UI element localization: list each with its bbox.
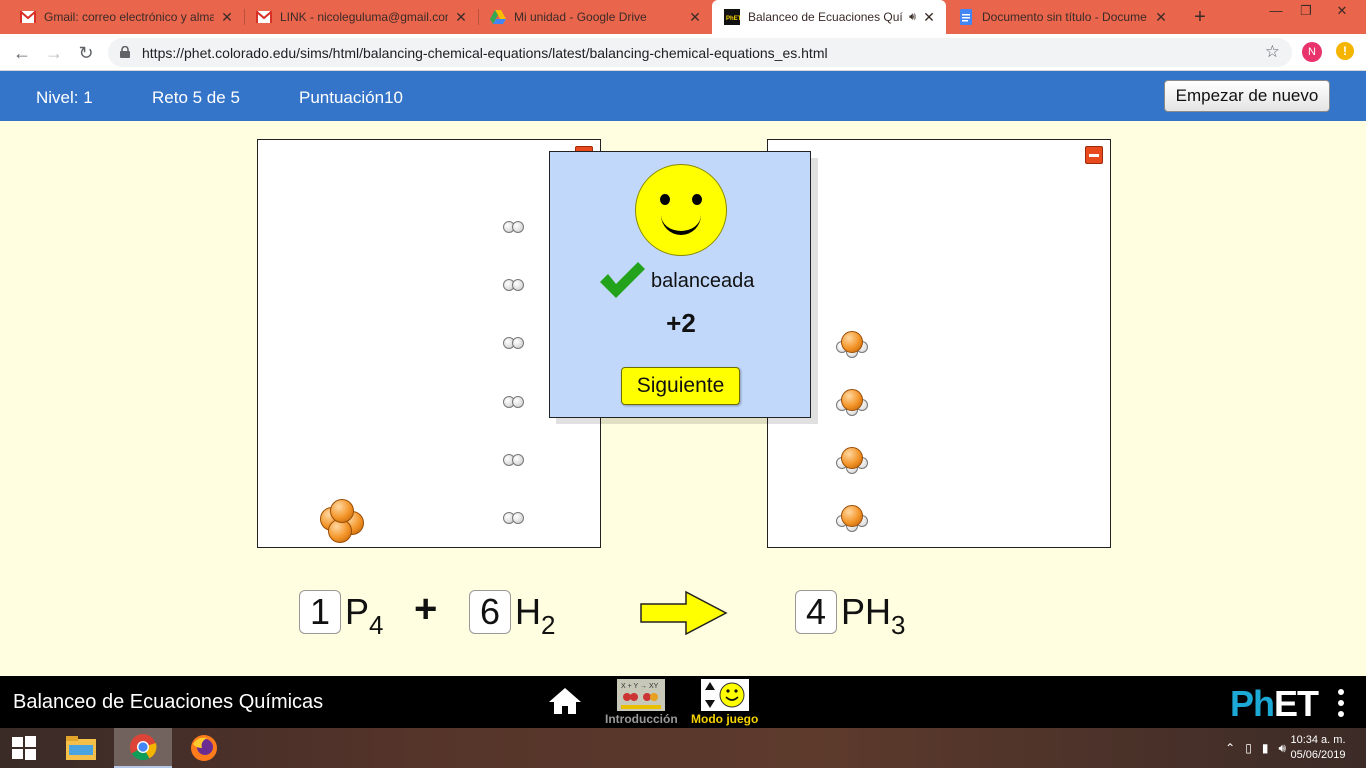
address-bar[interactable]: https://phet.colorado.edu/sims/html/bala… <box>108 38 1292 67</box>
browser-tab-link[interactable]: LINK - nicoleguluma@gmail.com ✕ <box>244 0 478 34</box>
file-explorer-icon[interactable] <box>57 728 105 768</box>
ph3-molecule <box>836 388 870 418</box>
h2-molecule <box>503 454 525 466</box>
browser-tab-gmail[interactable]: Gmail: correo electrónico y alma ✕ <box>8 0 244 34</box>
ph3-molecule <box>836 504 870 534</box>
network-icon: ▮ <box>1261 741 1269 755</box>
next-button[interactable]: Siguiente <box>621 367 740 405</box>
reaction-arrow-icon <box>640 590 728 636</box>
close-tab-icon[interactable]: ✕ <box>1154 9 1168 26</box>
windows-start-icon[interactable] <box>0 728 48 768</box>
close-window-icon[interactable]: ✕ <box>1324 0 1360 30</box>
restore-icon[interactable]: ❐ <box>1288 0 1324 30</box>
screen-label-game[interactable]: Modo juego <box>691 712 758 726</box>
products-box <box>767 139 1111 548</box>
h2-molecule <box>503 221 525 233</box>
start-over-button[interactable]: Empezar de nuevo <box>1164 80 1330 112</box>
svg-text:PhET: PhET <box>726 16 740 22</box>
show-hidden-icons-icon: ⌃ <box>1225 741 1236 755</box>
reload-icon[interactable]: ↻ <box>74 41 98 65</box>
back-icon[interactable]: ← <box>10 41 34 65</box>
browser-tab-drive[interactable]: Mi unidad - Google Drive ✕ <box>478 0 712 34</box>
device-icon: ▯ <box>1245 741 1252 755</box>
ph3-molecule <box>836 446 870 476</box>
formula-p4: P4 <box>345 591 384 640</box>
clock-date: 05/06/2019 <box>1290 749 1346 761</box>
tab-title: Documento sin título - Docume <box>982 10 1147 24</box>
coefficient-h2[interactable]: 6 <box>469 590 511 634</box>
phet-logo[interactable]: PhET <box>1230 683 1319 725</box>
close-tab-icon[interactable]: ✕ <box>220 9 234 26</box>
bookmark-star-icon[interactable]: ☆ <box>1265 42 1280 62</box>
drive-icon <box>490 9 506 25</box>
game-screen-icon[interactable] <box>701 679 749 711</box>
browser-toolbar: ← → ↻ https://phet.colorado.edu/sims/htm… <box>0 34 1366 71</box>
checkmark-icon <box>600 262 645 298</box>
h2-molecule <box>503 337 525 349</box>
url-text: https://phet.colorado.edu/sims/html/bala… <box>142 45 828 61</box>
coefficient-p4[interactable]: 1 <box>299 590 341 634</box>
firefox-taskbar-icon[interactable] <box>180 728 228 768</box>
home-icon[interactable] <box>548 687 582 715</box>
tab-title: Gmail: correo electrónico y alma <box>44 10 214 24</box>
browser-tab-strip: Gmail: correo electrónico y alma ✕ LINK … <box>0 0 1366 34</box>
taskbar-clock[interactable]: 10:34 a. m. 05/06/2019 <box>1282 733 1354 763</box>
sim-title: Balanceo de Ecuaciones Químicas <box>13 691 324 713</box>
challenge-label: Reto 5 de 5 <box>152 88 240 107</box>
update-alert-icon[interactable]: ! <box>1336 42 1354 60</box>
tab-title: LINK - nicoleguluma@gmail.com <box>280 10 448 24</box>
p4-molecule <box>320 499 368 543</box>
new-tab-button[interactable]: + <box>1188 5 1212 29</box>
game-status-bar: Nivel: 1 Reto 5 de 5 Puntuación10 Empeza… <box>0 71 1366 121</box>
more-options-icon[interactable] <box>1338 689 1348 722</box>
browser-tab-phet[interactable]: PhET Balanceo de Ecuaciones Quí 🔊︎ ✕ <box>712 0 946 34</box>
clock-time: 10:34 a. m. <box>1290 734 1346 746</box>
sim-navigation-bar: Balanceo de Ecuaciones Químicas X + Y → … <box>0 676 1366 728</box>
tab-title: Mi unidad - Google Drive <box>514 10 647 24</box>
docs-icon <box>958 9 974 25</box>
ph3-molecule <box>836 330 870 360</box>
browser-tab-docs[interactable]: Documento sin título - Docume ✕ <box>946 0 1178 34</box>
h2-molecule <box>503 512 525 524</box>
h2-molecule <box>503 279 525 291</box>
coefficient-ph3[interactable]: 4 <box>795 590 837 634</box>
tab-title: Balanceo de Ecuaciones Quí <box>748 10 903 24</box>
speaker-icon[interactable]: 🔊︎ <box>909 11 916 24</box>
windows-taskbar: ⌃ ▯ ▮ 🔊︎ 10:34 a. m. 05/06/2019 <box>0 728 1366 768</box>
profile-avatar[interactable]: N <box>1302 42 1322 62</box>
close-tab-icon[interactable]: ✕ <box>688 9 702 26</box>
result-dialog: balanceada +2 Siguiente <box>549 151 811 418</box>
formula-ph3: PH3 <box>841 591 906 640</box>
level-label: Nivel: 1 <box>36 88 93 107</box>
chrome-taskbar-icon[interactable] <box>114 728 172 768</box>
h2-molecule <box>503 396 525 408</box>
balanced-label: balanceada <box>651 270 755 292</box>
collapse-products-icon[interactable] <box>1085 146 1103 164</box>
forward-icon[interactable]: → <box>42 41 66 65</box>
gmail-icon <box>20 9 36 25</box>
intro-screen-icon[interactable]: X + Y → XY <box>617 679 665 711</box>
formula-h2: H2 <box>515 591 556 640</box>
points-earned: +2 <box>666 308 696 338</box>
screen-label-intro[interactable]: Introducción <box>605 712 678 726</box>
phet-icon: PhET <box>724 9 740 25</box>
lock-icon <box>120 46 130 58</box>
intro-icon-caption: X + Y → XY <box>621 683 659 690</box>
system-tray[interactable]: ⌃ ▯ ▮ 🔊︎ <box>1225 741 1286 756</box>
close-tab-icon[interactable]: ✕ <box>922 9 936 26</box>
smiley-face-icon <box>635 164 727 256</box>
gmail-icon <box>256 9 272 25</box>
close-tab-icon[interactable]: ✕ <box>454 9 468 26</box>
plus-sign: + <box>414 587 438 631</box>
score-label: Puntuación10 <box>299 88 403 107</box>
